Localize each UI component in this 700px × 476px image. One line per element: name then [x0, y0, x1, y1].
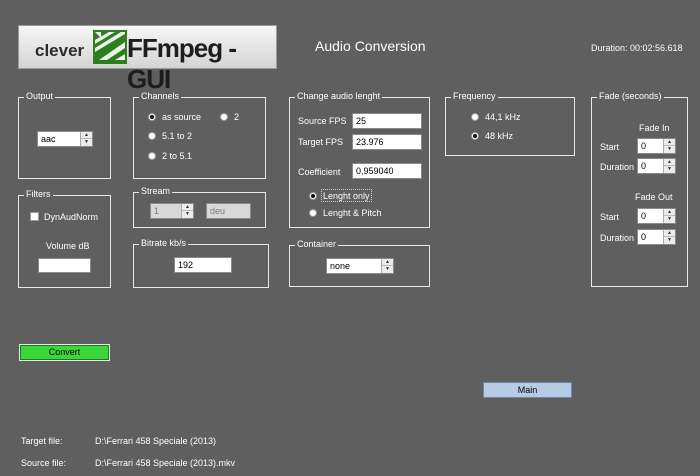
target-file-label: Target file:: [21, 436, 63, 446]
spin-up-icon[interactable]: ▲: [664, 230, 675, 237]
fade-out-start-value: 0: [641, 211, 647, 221]
stream-number-select[interactable]: 1 ▲ ▼: [150, 203, 194, 219]
duration-label: Duration: 00:02:56.618: [591, 43, 683, 53]
spin-buttons: ▲ ▼: [381, 259, 393, 273]
bitrate-group-label: Bitrate kb/s: [139, 238, 189, 248]
target-fps-label: Target FPS: [298, 137, 344, 147]
stream-number-value: 1: [154, 206, 160, 216]
fade-out-duration-spinner[interactable]: 0 ▲ ▼: [637, 229, 676, 245]
freq-44-label: 44,1 kHz: [485, 112, 521, 122]
source-file-value: D:\Ferrari 458 Speciale (2013).mkv: [95, 458, 236, 468]
channels-group: Channels as source 2 5.1 to 2 2 to 5.1: [133, 91, 266, 179]
channel-2-to-51-label: 2 to 5.1: [162, 151, 193, 161]
fade-out-start-label: Start: [600, 212, 620, 222]
spin-down-icon[interactable]: ▼: [382, 266, 393, 273]
audio-length-group: Change audio lenght Source FPS 25 Target…: [289, 91, 430, 228]
fade-out-label: Fade Out: [635, 192, 673, 202]
spin-down-icon[interactable]: ▼: [664, 166, 675, 173]
fade-in-label: Fade In: [639, 123, 670, 133]
convert-button[interactable]: Convert: [19, 344, 110, 361]
fade-in-duration-label: Duration: [600, 162, 635, 172]
bitrate-group: Bitrate kb/s 192: [133, 238, 269, 288]
spin-buttons: ▲ ▼: [181, 204, 193, 218]
container-value: none: [330, 261, 351, 271]
stream-language-input[interactable]: deu: [206, 203, 251, 219]
app-logo: clever FFmpeg - GUI: [18, 25, 277, 94]
spin-buttons: ▲ ▼: [80, 132, 92, 146]
fade-in-start-spinner[interactable]: 0 ▲ ▼: [637, 138, 676, 154]
filters-group-label: Filters: [24, 189, 53, 199]
channels-group-label: Channels: [139, 91, 182, 101]
channel-as-source-label: as source: [162, 112, 202, 122]
fade-out-duration-label: Duration: [600, 233, 635, 243]
container-group: Container none ▲ ▼: [289, 239, 430, 287]
spin-up-icon[interactable]: ▲: [664, 159, 675, 166]
volume-input[interactable]: [38, 258, 91, 273]
output-format-value: aac: [41, 134, 56, 144]
coefficient-label: Coefficient: [298, 167, 341, 177]
spin-down-icon[interactable]: ▼: [664, 216, 675, 223]
spin-up-icon[interactable]: ▲: [382, 259, 393, 266]
spin-up-icon[interactable]: ▲: [182, 204, 193, 211]
channel-2-label: 2: [234, 112, 240, 122]
output-format-select[interactable]: aac ▲ ▼: [37, 131, 93, 147]
spin-down-icon[interactable]: ▼: [664, 237, 675, 244]
fade-group-label: Fade (seconds): [597, 91, 664, 101]
coefficient-input[interactable]: 0,959040: [352, 163, 422, 179]
length-only-radio[interactable]: [309, 192, 317, 200]
target-fps-input[interactable]: 23.976: [352, 134, 422, 150]
bitrate-input[interactable]: 192: [174, 257, 232, 273]
spin-buttons: ▲ ▼: [663, 159, 675, 173]
page-title: Audio Conversion: [315, 38, 426, 54]
spin-down-icon[interactable]: ▼: [81, 139, 92, 146]
freq-44-radio[interactable]: [471, 113, 479, 121]
channel-2-to-51-radio[interactable]: [148, 152, 156, 160]
spin-buttons: ▲ ▼: [663, 230, 675, 244]
channel-as-source-radio[interactable]: [148, 113, 156, 121]
channel-2-radio[interactable]: [220, 113, 228, 121]
stream-group-label: Stream: [139, 186, 173, 196]
spin-up-icon[interactable]: ▲: [664, 209, 675, 216]
length-pitch-label: Lenght & Pitch: [323, 208, 382, 218]
spin-up-icon[interactable]: ▲: [81, 132, 92, 139]
spin-down-icon[interactable]: ▼: [664, 146, 675, 153]
ffmpeg-logo-icon: [93, 30, 127, 64]
output-group: Output aac ▲ ▼: [18, 91, 111, 179]
target-file-value: D:\Ferrari 458 Speciale (2013): [95, 436, 217, 446]
fade-in-duration-value: 0: [641, 161, 647, 171]
dynaudnorm-label: DynAudNorm: [44, 212, 99, 222]
frequency-group-label: Frequency: [451, 91, 498, 101]
container-select[interactable]: none ▲ ▼: [326, 258, 394, 274]
stream-group: Stream 1 ▲ ▼ deu: [133, 186, 266, 228]
source-file-label: Source file:: [21, 458, 67, 468]
spin-buttons: ▲ ▼: [663, 139, 675, 153]
logo-main: FFmpeg - GUI: [127, 33, 237, 94]
fade-group: Fade (seconds) Fade In Start 0 ▲ ▼ Durat…: [591, 91, 688, 287]
channel-51-to-2-radio[interactable]: [148, 132, 156, 140]
length-only-label: Lenght only: [323, 191, 370, 201]
logo-prefix: clever: [35, 41, 85, 60]
spin-down-icon[interactable]: ▼: [182, 211, 193, 218]
spin-up-icon[interactable]: ▲: [664, 139, 675, 146]
dynaudnorm-checkbox[interactable]: [30, 212, 39, 221]
main-button[interactable]: Main: [483, 382, 572, 398]
volume-label: Volume dB: [46, 241, 90, 251]
source-fps-input[interactable]: 25: [352, 113, 422, 129]
freq-48-radio[interactable]: [471, 132, 479, 140]
filters-group: Filters DynAudNorm Volume dB: [18, 189, 111, 288]
fade-in-start-value: 0: [641, 141, 647, 151]
fade-out-start-spinner[interactable]: 0 ▲ ▼: [637, 208, 676, 224]
spin-buttons: ▲ ▼: [663, 209, 675, 223]
fade-in-duration-spinner[interactable]: 0 ▲ ▼: [637, 158, 676, 174]
channel-51-to-2-label: 5.1 to 2: [162, 131, 193, 141]
fade-in-start-label: Start: [600, 142, 620, 152]
output-group-label: Output: [24, 91, 56, 101]
freq-48-label: 48 kHz: [485, 131, 514, 141]
frequency-group: Frequency 44,1 kHz 48 kHz: [445, 91, 575, 156]
container-group-label: Container: [295, 239, 339, 249]
source-fps-label: Source FPS: [298, 116, 347, 126]
length-pitch-radio[interactable]: [309, 209, 317, 217]
fade-out-duration-value: 0: [641, 232, 647, 242]
audio-length-group-label: Change audio lenght: [295, 91, 383, 101]
